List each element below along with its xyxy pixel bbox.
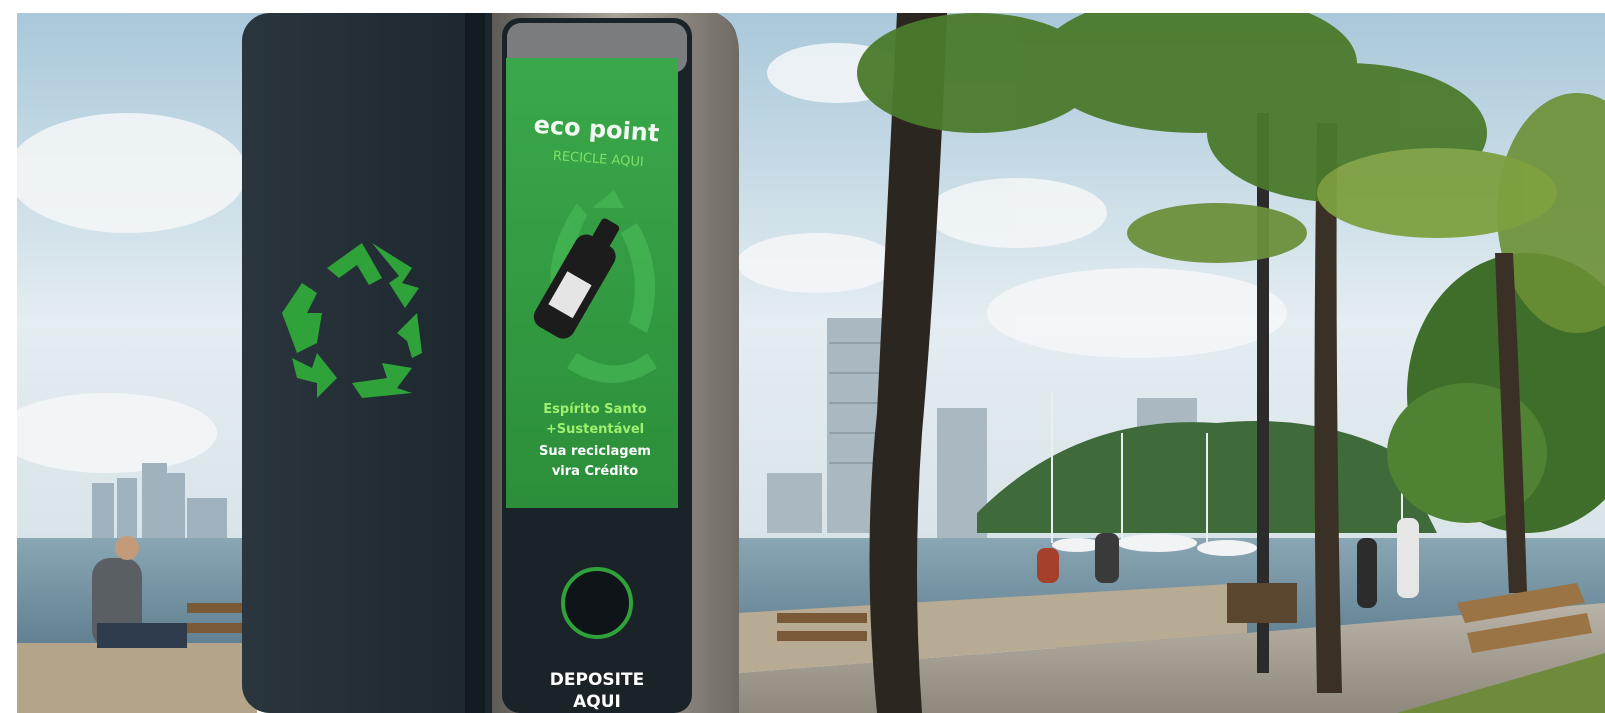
- photo: eco point RECICLE AQUI Espírito Santo +S…: [17, 13, 1605, 713]
- deposit-label-line1: DEPOSITE: [550, 670, 644, 690]
- kiosk-message-line2: vira Crédito: [552, 464, 638, 479]
- recycling-kiosk: eco point RECICLE AQUI Espírito Santo +S…: [242, 13, 739, 713]
- kiosk-slogan-line1: Espírito Santo: [543, 402, 647, 417]
- deposit-slot: [561, 567, 633, 639]
- kiosk-message-line1: Sua reciclagem: [539, 444, 651, 459]
- left-wall: [17, 643, 257, 713]
- kiosk-slogan-line2: +Sustentável: [546, 422, 644, 437]
- deposit-label-line2: AQUI: [573, 692, 621, 712]
